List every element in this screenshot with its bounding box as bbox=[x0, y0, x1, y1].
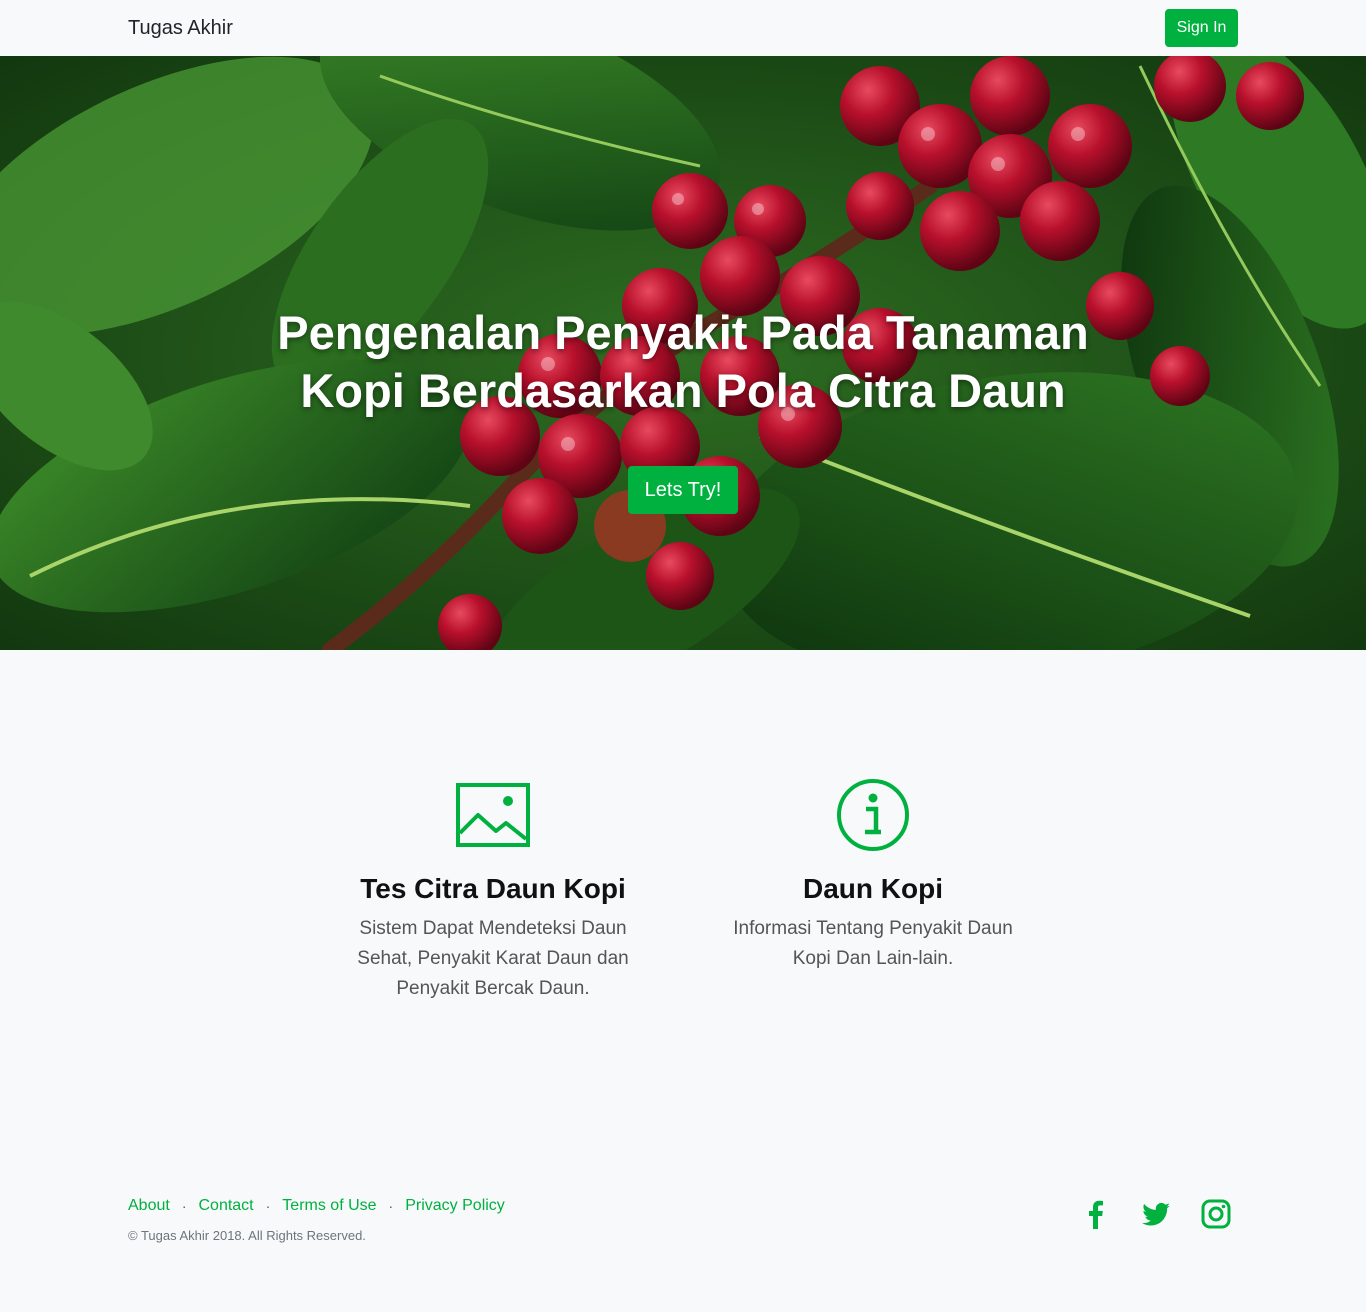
features-section: Tes Citra Daun Kopi Sistem Dapat Mendete… bbox=[0, 650, 1366, 1148]
footer: About · Contact · Terms of Use · Privacy… bbox=[0, 1148, 1366, 1312]
hero-title: Pengenalan Penyakit Pada Tanaman Kopi Be… bbox=[277, 306, 1089, 417]
feature-title: Tes Citra Daun Kopi bbox=[360, 873, 626, 904]
social-links bbox=[1080, 1198, 1260, 1230]
footer-links: About · Contact · Terms of Use · Privacy… bbox=[128, 1197, 505, 1215]
feature-description: Sistem Dapat Mendeteksi Daun Sehat, Peny… bbox=[357, 918, 629, 999]
info-icon bbox=[723, 776, 1023, 854]
image-icon bbox=[343, 776, 643, 854]
footer-link-privacy[interactable]: Privacy Policy bbox=[405, 1197, 505, 1215]
feature-description: Informasi Tentang Penyakit Daun Kopi Dan… bbox=[733, 918, 1013, 969]
lets-try-button[interactable]: Lets Try! bbox=[628, 466, 738, 514]
feature-card-tes-citra: Tes Citra Daun Kopi Sistem Dapat Mendete… bbox=[343, 776, 643, 1004]
sign-in-button[interactable]: Sign In bbox=[1165, 9, 1238, 47]
separator-dot: · bbox=[388, 1198, 394, 1214]
feature-title: Daun Kopi bbox=[803, 873, 943, 904]
instagram-icon[interactable] bbox=[1200, 1198, 1232, 1230]
facebook-icon[interactable] bbox=[1080, 1198, 1112, 1230]
separator-dot: · bbox=[265, 1198, 271, 1214]
feature-card-daun-kopi: Daun Kopi Informasi Tentang Penyakit Dau… bbox=[723, 776, 1023, 974]
footer-link-terms[interactable]: Terms of Use bbox=[282, 1197, 376, 1215]
brand-link[interactable]: Tugas Akhir bbox=[128, 16, 233, 40]
footer-link-contact[interactable]: Contact bbox=[198, 1197, 253, 1215]
twitter-icon[interactable] bbox=[1140, 1198, 1172, 1230]
separator-dot: · bbox=[181, 1198, 187, 1214]
navbar: Tugas Akhir Sign In bbox=[0, 0, 1366, 56]
copyright-text: © Tugas Akhir 2018. All Rights Reserved. bbox=[128, 1228, 366, 1243]
footer-link-about[interactable]: About bbox=[128, 1197, 170, 1215]
hero-section: Pengenalan Penyakit Pada Tanaman Kopi Be… bbox=[0, 56, 1366, 650]
